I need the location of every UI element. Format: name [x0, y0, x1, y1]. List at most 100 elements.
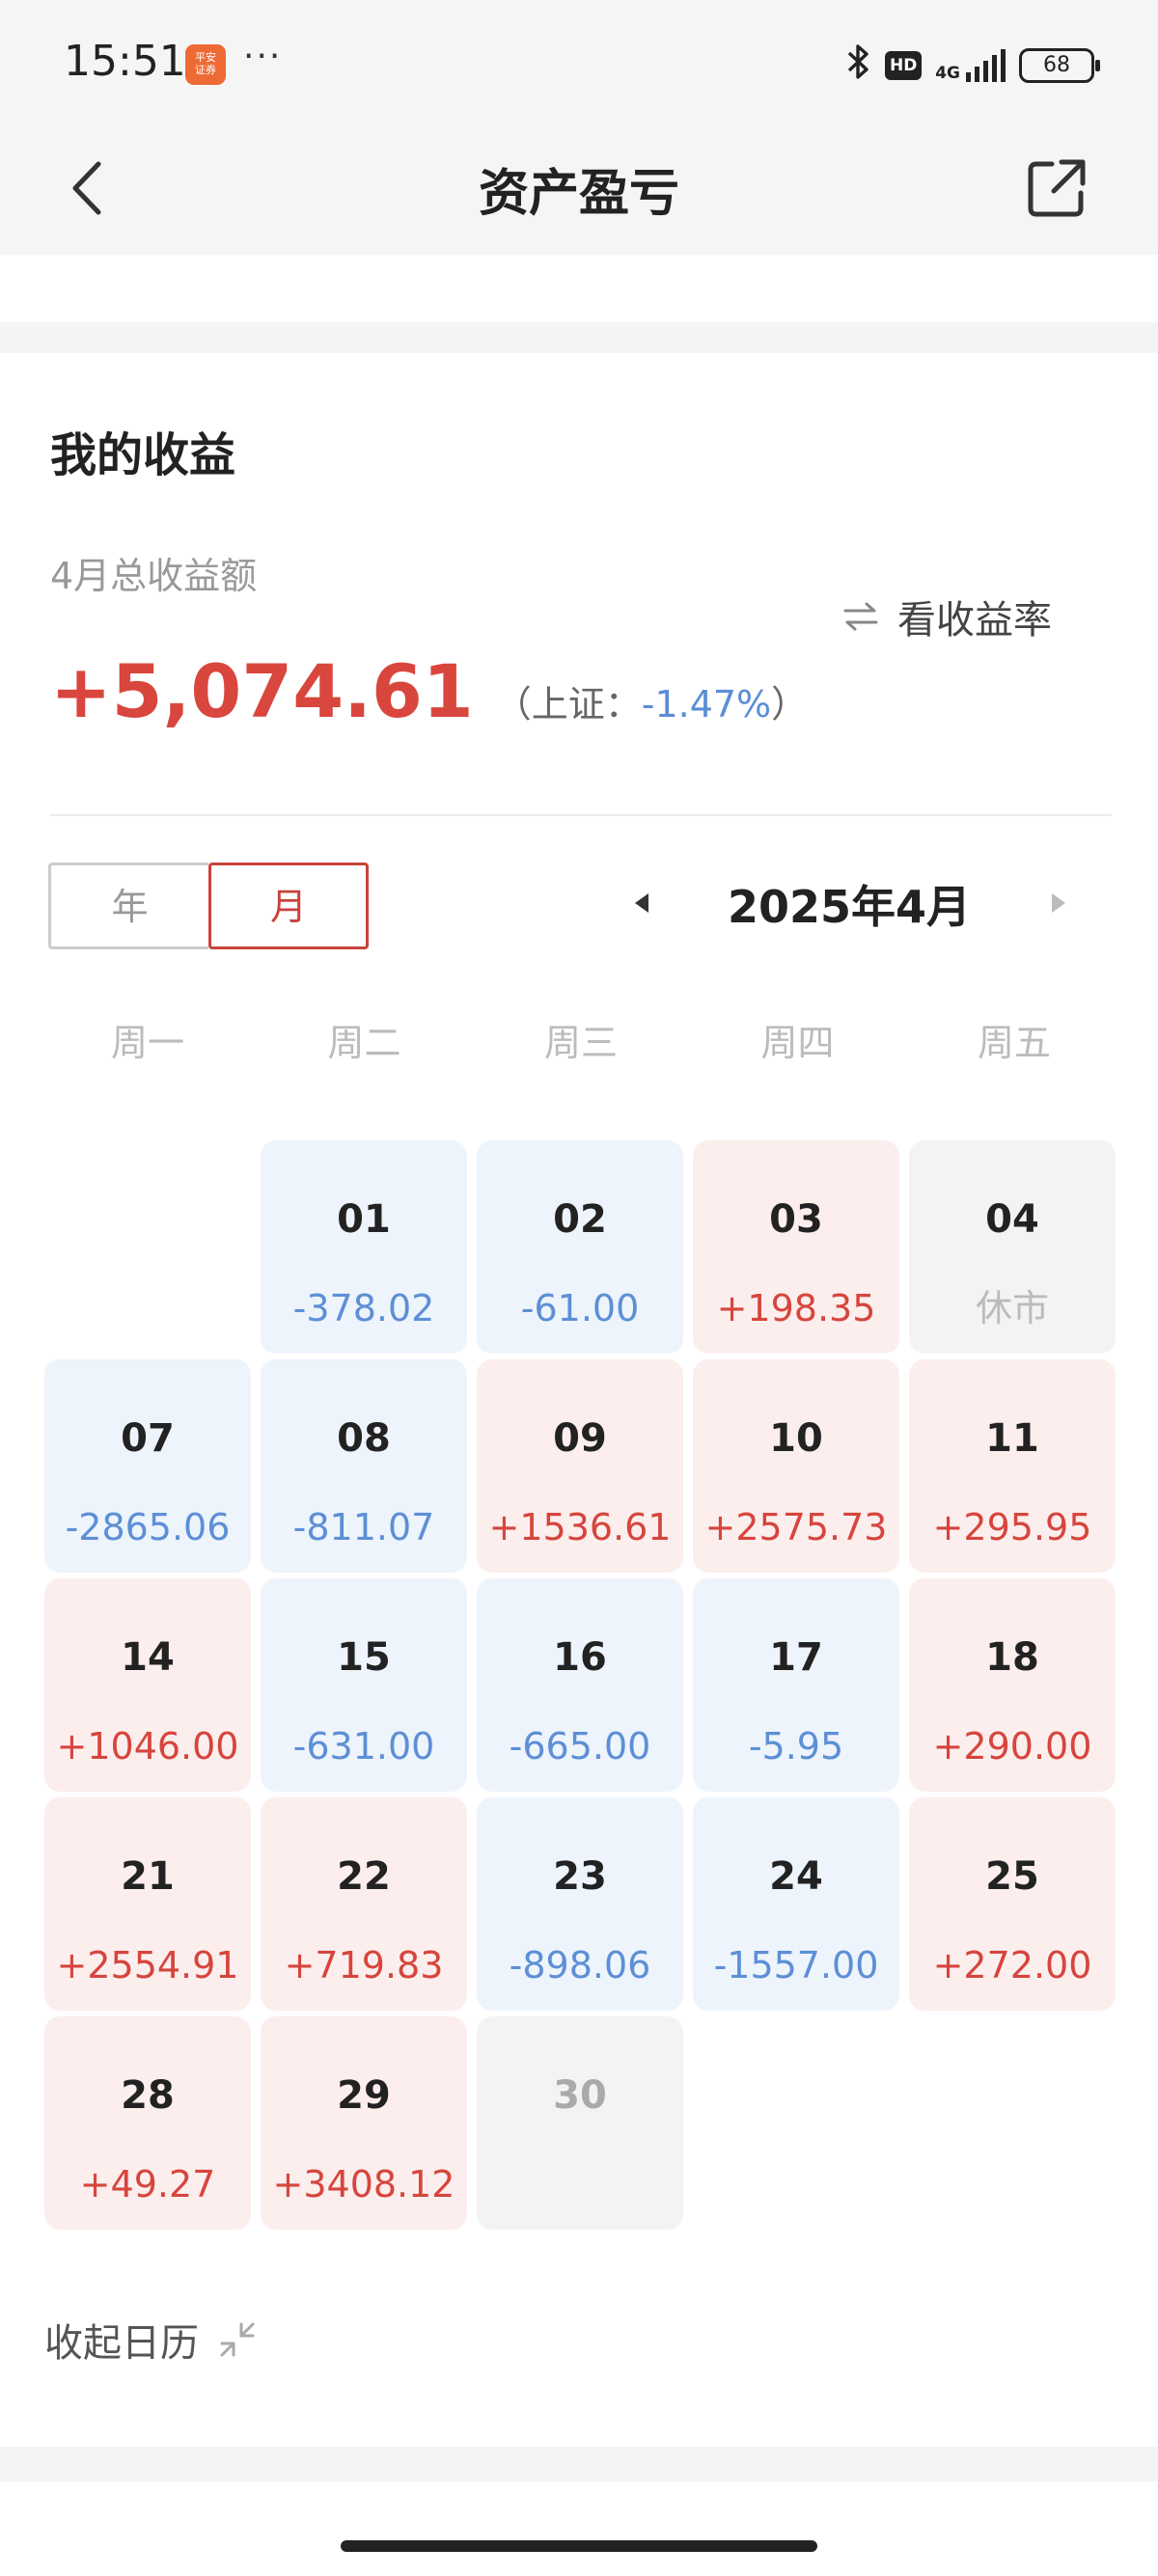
day-number: 30 — [553, 2073, 607, 2118]
calendar-empty-cell — [44, 1140, 251, 1354]
index-compare: （上证：-1.47%） — [495, 674, 808, 727]
weekday-label: 周二 — [327, 1022, 401, 1064]
calendar-day-cell[interactable]: 18 +290.00 — [909, 1578, 1116, 1792]
section-title: 我的收益 — [50, 428, 236, 482]
amount-row: +5,074.61 （上证：-1.47%） — [50, 648, 808, 734]
day-profit: -61.00 — [520, 1287, 640, 1329]
swap-arrows-icon — [843, 602, 878, 631]
day-profit: -1557.00 — [713, 1944, 879, 1987]
day-number: 15 — [337, 1635, 391, 1680]
prev-month-button[interactable] — [629, 890, 656, 917]
weekday-label: 周一 — [110, 1022, 184, 1064]
calendar-day-cell[interactable]: 04 休市 — [909, 1140, 1116, 1354]
day-profit: +295.95 — [932, 1506, 1092, 1548]
day-number: 08 — [337, 1416, 391, 1461]
day-profit: +290.00 — [932, 1725, 1092, 1768]
day-number: 17 — [769, 1635, 823, 1680]
day-profit: +49.27 — [79, 2163, 216, 2206]
day-profit: -2865.06 — [65, 1506, 231, 1548]
collapse-calendar-button[interactable]: 收起日历 — [44, 2312, 257, 2368]
index-suffix: ） — [771, 683, 809, 726]
day-number: 04 — [985, 1197, 1039, 1242]
calendar-day-cell[interactable]: 29 +3408.12 — [261, 2016, 467, 2230]
top-strip — [0, 255, 1158, 322]
calendar-day-cell[interactable]: 28 +49.27 — [44, 2016, 251, 2230]
view-rate-button[interactable]: 看收益率 — [841, 589, 1052, 644]
calendar-day-cell[interactable]: 07 -2865.06 — [44, 1359, 251, 1573]
weekday-header: 周一 周二 周三 周四 周五 — [44, 1013, 1117, 1066]
navbar: 资产盈亏 — [0, 131, 1158, 255]
calendar-day-cell[interactable]: 21 +2554.91 — [44, 1797, 251, 2011]
index-change: -1.47% — [641, 683, 772, 726]
weekday-label: 周五 — [977, 1022, 1051, 1064]
home-indicator[interactable] — [341, 2540, 817, 2552]
month-label: 2025年4月 — [727, 881, 972, 933]
day-profit: -378.02 — [292, 1287, 435, 1329]
triangle-right-icon — [1052, 893, 1065, 913]
day-number: 09 — [553, 1416, 607, 1461]
calendar-day-cell[interactable]: 16 -665.00 — [477, 1578, 683, 1792]
calendar-day-cell[interactable]: 10 +2575.73 — [693, 1359, 899, 1573]
period-year-button[interactable]: 年 — [48, 863, 208, 949]
day-number: 25 — [985, 1854, 1039, 1899]
calendar-day-cell[interactable]: 22 +719.83 — [261, 1797, 467, 2011]
total-label: 4月总收益额 — [50, 555, 258, 597]
page-title: 资产盈亏 — [478, 165, 679, 223]
calendar-day-cell[interactable]: 25 +272.00 — [909, 1797, 1116, 2011]
status-time: 15:51 — [64, 37, 186, 86]
calendar-day-cell[interactable]: 24 -1557.00 — [693, 1797, 899, 2011]
day-profit: +198.35 — [716, 1287, 876, 1329]
day-profit: -5.95 — [748, 1725, 844, 1768]
day-profit: +2554.91 — [56, 1944, 239, 1987]
share-external-icon — [1028, 159, 1086, 217]
bottom-card — [0, 2481, 1158, 2576]
status-bar: 15:51 平安 证券 ··· HD 4G 68 — [0, 0, 1158, 131]
calendar-day-cell[interactable]: 01 -378.02 — [261, 1140, 467, 1354]
collapse-arrows-icon — [220, 2322, 255, 2357]
day-number: 11 — [985, 1416, 1039, 1461]
battery-icon: 68 — [1019, 48, 1100, 83]
calendar-grid: 01 -378.02 02 -61.00 03 +198.35 04 休市 07 -2865.06… — [44, 1140, 1117, 2230]
calendar-day-cell[interactable]: 03 +198.35 — [693, 1140, 899, 1354]
day-number: 22 — [337, 1854, 391, 1899]
day-profit: +719.83 — [284, 1944, 444, 1987]
calendar-day-cell[interactable]: 15 -631.00 — [261, 1578, 467, 1792]
day-profit: +1536.61 — [488, 1506, 672, 1548]
calendar-day-cell[interactable]: 23 -898.06 — [477, 1797, 683, 2011]
day-profit: -665.00 — [509, 1725, 651, 1768]
total-amount: +5,074.61 — [50, 648, 474, 734]
next-month-button[interactable] — [1044, 890, 1071, 917]
day-number: 16 — [553, 1635, 607, 1680]
calendar-day-cell[interactable]: 02 -61.00 — [477, 1140, 683, 1354]
weekday-label: 周四 — [760, 1022, 835, 1064]
hd-icon: HD — [885, 51, 923, 80]
day-number: 23 — [553, 1854, 607, 1899]
calendar-day-cell[interactable]: 30 — [477, 2016, 683, 2230]
calendar-day-cell[interactable]: 17 -5.95 — [693, 1578, 899, 1792]
calendar-day-cell[interactable]: 11 +295.95 — [909, 1359, 1116, 1573]
more-notifications-icon: ··· — [243, 37, 283, 76]
divider — [50, 814, 1112, 816]
day-profit: +3408.12 — [272, 2163, 455, 2206]
day-profit: -898.06 — [509, 1944, 651, 1987]
calendar-day-cell[interactable]: 14 +1046.00 — [44, 1578, 251, 1792]
view-rate-label: 看收益率 — [897, 598, 1052, 643]
bluetooth-icon — [846, 43, 871, 88]
weekday-label: 周三 — [543, 1022, 618, 1064]
day-profit: +272.00 — [932, 1944, 1092, 1987]
calendar-day-cell[interactable]: 09 +1536.61 — [477, 1359, 683, 1573]
day-number: 07 — [121, 1416, 175, 1461]
day-number: 02 — [553, 1197, 607, 1242]
day-number: 01 — [337, 1197, 391, 1242]
earnings-card: 我的收益 4月总收益额 看收益率 +5,074.61 （上证：-1.47%） 年… — [0, 353, 1158, 2447]
day-number: 28 — [121, 2073, 175, 2118]
day-profit: +2575.73 — [704, 1506, 888, 1548]
day-number: 21 — [121, 1854, 175, 1899]
day-profit: +1046.00 — [56, 1725, 239, 1768]
calendar-day-cell[interactable]: 08 -811.07 — [261, 1359, 467, 1573]
triangle-left-icon — [635, 893, 648, 913]
day-number: 24 — [769, 1854, 823, 1899]
share-button[interactable] — [1023, 154, 1090, 222]
period-month-button[interactable]: 月 — [208, 863, 369, 949]
day-number: 14 — [121, 1635, 175, 1680]
